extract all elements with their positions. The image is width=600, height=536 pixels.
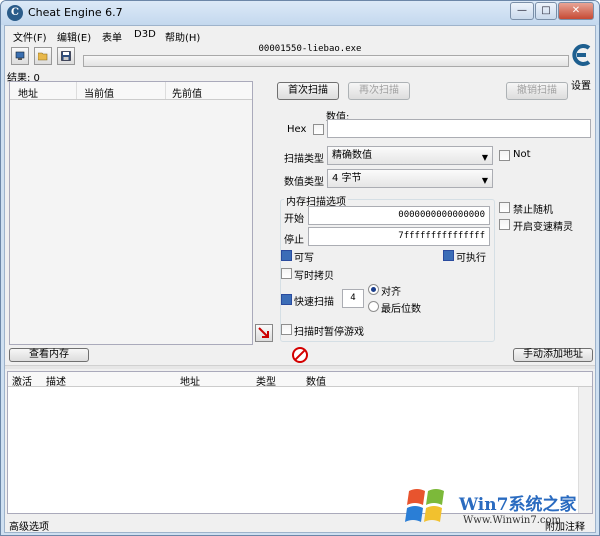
scan-type-value: 精确数值 [332, 150, 372, 161]
open-file-icon [38, 52, 48, 61]
align-radio[interactable] [368, 284, 379, 295]
writable-checkbox[interactable] [281, 250, 292, 261]
add-address-manually-button[interactable]: 手动添加地址 [513, 348, 593, 362]
scan-type-select[interactable]: 精确数值 ▼ [327, 146, 493, 165]
last-digits-radio[interactable] [368, 301, 379, 312]
view-memory-button[interactable]: 查看内存 [9, 348, 89, 362]
client-area: 文件(F) 编辑(E) 表单 D3D 帮助(H) 00001550-liebao… [4, 25, 596, 533]
executable-label: 可执行 [456, 253, 486, 264]
column-description[interactable]: 描述 [46, 373, 66, 388]
stop-icon[interactable] [292, 347, 308, 363]
value-type-select[interactable]: 4 字节 ▼ [327, 169, 493, 188]
align-label: 对齐 [381, 287, 401, 298]
column-address[interactable]: 地址 [18, 85, 38, 100]
first-scan-button[interactable]: 首次扫描 [277, 82, 339, 100]
save-icon [61, 51, 71, 61]
last-digits-label: 最后位数 [381, 304, 421, 315]
fast-scan-checkbox[interactable] [281, 294, 292, 305]
disable-random-label: 禁止随机 [513, 205, 553, 216]
disable-random-checkbox[interactable] [499, 202, 510, 213]
next-scan-button[interactable]: 再次扫描 [348, 82, 410, 100]
stop-label: 停止 [284, 235, 304, 246]
settings-label[interactable]: 设置 [571, 77, 591, 92]
menu-file[interactable]: 文件(F) [13, 29, 47, 44]
hex-label: Hex [287, 124, 307, 135]
column-divider [165, 82, 166, 99]
pause-game-label: 扫描时暂停游戏 [294, 327, 364, 338]
pause-game-checkbox[interactable] [281, 324, 292, 335]
menu-help[interactable]: 帮助(H) [165, 29, 200, 44]
start-label: 开始 [284, 214, 304, 225]
results-list-header: 地址 当前值 先前值 [10, 82, 252, 100]
value-input[interactable] [327, 119, 591, 138]
save-button[interactable] [57, 47, 75, 65]
minimize-button[interactable]: — [510, 2, 534, 20]
not-label: Not [513, 149, 531, 160]
menu-d3d[interactable]: D3D [134, 29, 156, 40]
window-title: Cheat Engine 6.7 [28, 6, 123, 19]
fast-scan-label: 快速扫描 [294, 297, 334, 308]
open-process-button[interactable] [11, 47, 29, 65]
column-divider [76, 82, 77, 99]
menu-table[interactable]: 表单 [102, 29, 122, 44]
main-window: C Cheat Engine 6.7 — □ ✕ 文件(F) 编辑(E) 表单 … [0, 0, 600, 536]
cheat-engine-icon: C [7, 5, 23, 21]
watermark-brand: Win7系统之家 [459, 495, 577, 515]
chevron-down-icon: ▼ [481, 176, 488, 185]
watermark-url: Www.Winwin7.com [463, 515, 561, 526]
speedhack-checkbox[interactable] [499, 219, 510, 230]
chevron-down-icon: ▼ [481, 153, 488, 162]
close-button[interactable]: ✕ [558, 2, 594, 20]
settings-logo-icon[interactable] [569, 42, 593, 68]
column-current-value[interactable]: 当前值 [84, 85, 114, 100]
red-arrow-icon [258, 327, 269, 338]
stop-address-input[interactable]: 7fffffffffffffff [308, 227, 490, 246]
address-list-header: 激活 描述 地址 类型 数值 [8, 372, 592, 388]
results-list[interactable]: 地址 当前值 先前值 [9, 81, 253, 345]
column-address[interactable]: 地址 [180, 373, 200, 388]
title-bar[interactable]: C Cheat Engine 6.7 — □ ✕ [1, 1, 599, 25]
open-file-button[interactable] [34, 47, 52, 65]
copy-on-write-checkbox[interactable] [281, 268, 292, 279]
menu-edit[interactable]: 编辑(E) [57, 29, 91, 44]
add-to-list-button[interactable] [255, 324, 273, 342]
speedhack-label: 开启变速精灵 [513, 222, 573, 233]
fast-scan-alignment-input[interactable]: 4 [342, 289, 364, 308]
value-type-value: 4 字节 [332, 173, 362, 184]
open-process-icon [15, 51, 25, 60]
column-previous-value[interactable]: 先前值 [172, 85, 202, 100]
not-checkbox[interactable] [499, 150, 510, 161]
hex-checkbox[interactable] [313, 124, 324, 135]
value-type-label: 数值类型 [284, 177, 324, 188]
scan-type-label: 扫描类型 [284, 154, 324, 165]
executable-checkbox[interactable] [443, 250, 454, 261]
start-address-input[interactable]: 0000000000000000 [308, 206, 490, 225]
column-active[interactable]: 激活 [12, 373, 32, 388]
writable-label: 可写 [294, 253, 314, 264]
undo-scan-button[interactable]: 撤销扫描 [506, 82, 568, 100]
process-name: 00001550-liebao.exe [258, 44, 362, 54]
column-type[interactable]: 类型 [256, 373, 276, 388]
maximize-button[interactable]: □ [535, 2, 557, 20]
splitter[interactable] [5, 365, 595, 369]
scan-progress-bar [83, 55, 569, 67]
column-value[interactable]: 数值 [306, 373, 326, 388]
menu-bar: 文件(F) 编辑(E) 表单 D3D 帮助(H) [5, 26, 595, 44]
copy-on-write-label: 写时拷贝 [294, 271, 334, 282]
advanced-options-link[interactable]: 高级选项 [9, 518, 49, 533]
